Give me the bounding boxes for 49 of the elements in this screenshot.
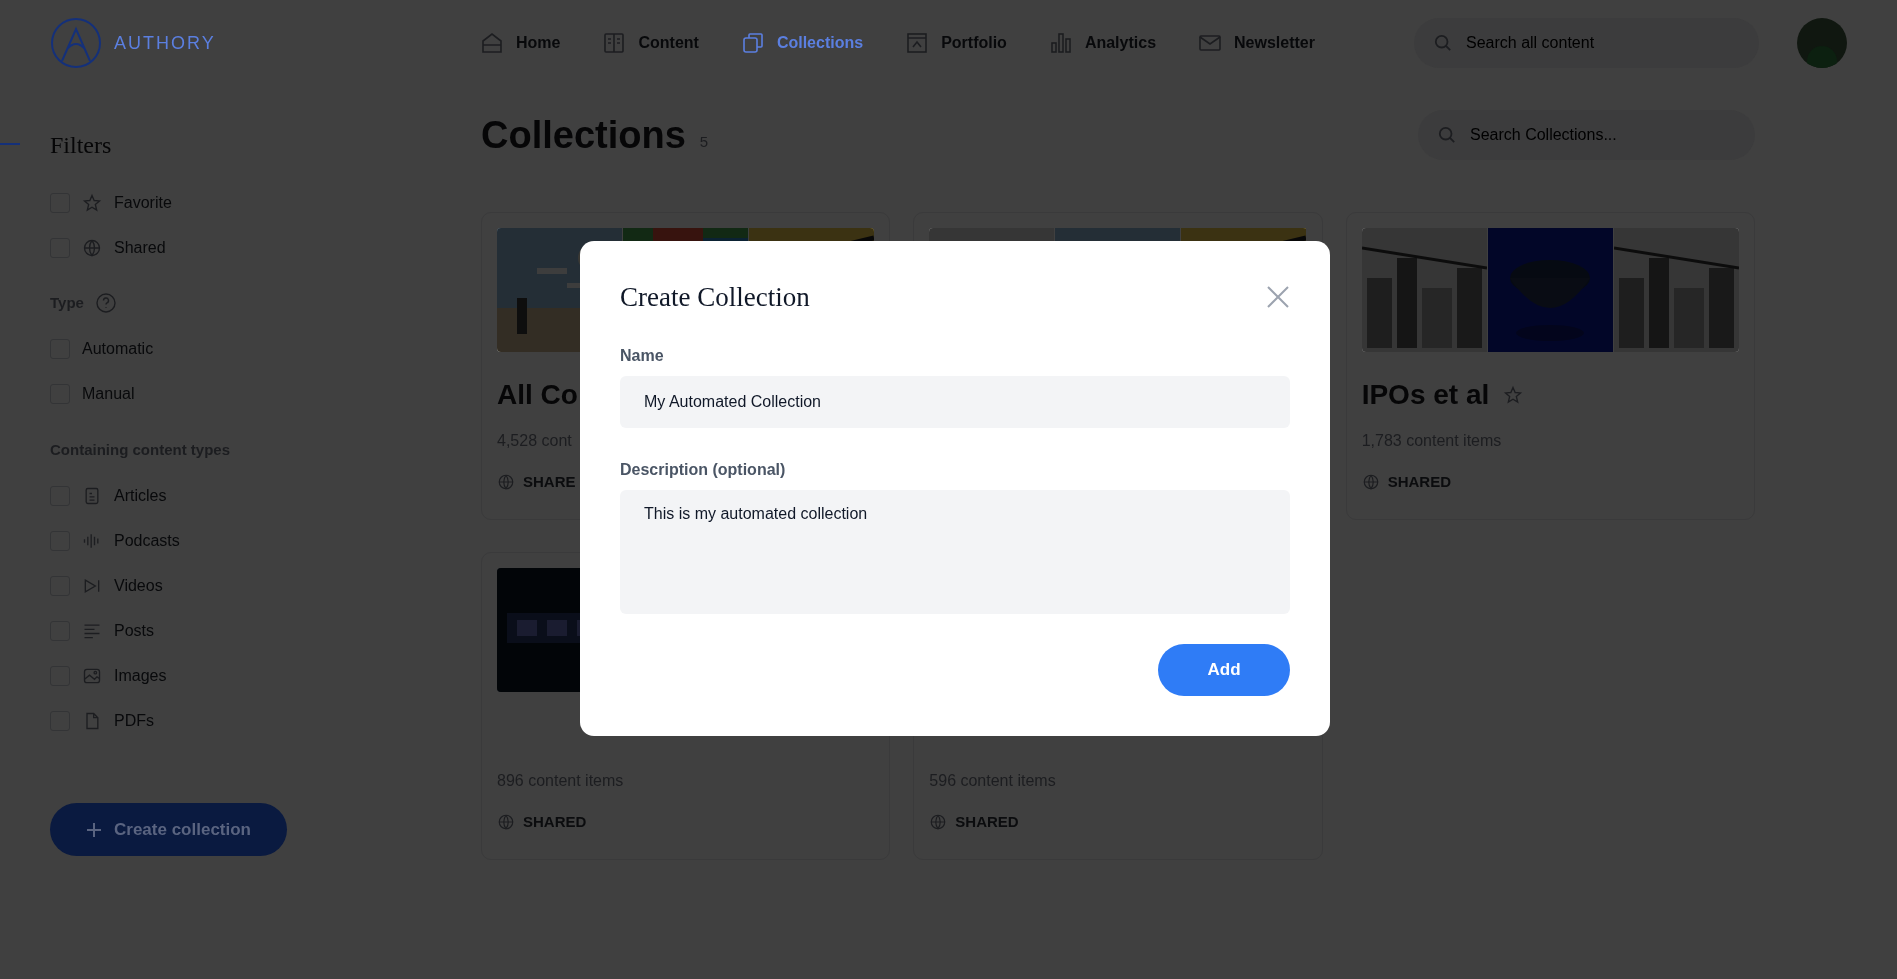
filters-heading: Filters [50,131,113,160]
search-field[interactable]: Search all content [1414,18,1759,68]
filter-label: Images [114,665,167,686]
nav-tab[interactable]: Newsletter [1198,31,1315,55]
nav-tab[interactable]: Home [480,31,561,55]
star-icon[interactable] [1503,385,1524,405]
filter-label: Posts [114,620,154,641]
search-icon [1434,34,1452,52]
house-icon [480,31,504,55]
bar-chart-icon [1048,31,1073,55]
stacked-squares-icon [740,31,765,55]
page-title: Collections [481,112,686,158]
avatar[interactable] [1797,18,1847,68]
field-label: Description (optional) [620,459,787,480]
dialog-title: Create Collection [620,281,810,314]
nav-tab[interactable]: Content [602,31,699,55]
filter-label: Videos [114,575,163,596]
add-button[interactable]: Add [1158,643,1290,696]
field-label: Name [620,345,665,366]
filter-label: Articles [114,485,167,506]
filter-label: Favorite [114,192,172,213]
globe-icon [929,813,948,832]
collection-title: IPOs et al [1361,378,1490,412]
search-icon [1438,126,1456,144]
filter-label: Shared [114,237,166,258]
globe-icon [497,813,515,832]
logo-icon [50,17,102,69]
nav-tab[interactable]: Portfolio [905,31,1007,55]
search-field[interactable]: Search Collections... [1418,110,1755,160]
filter-label: PDFs [114,710,154,731]
close-button[interactable] [1266,285,1290,310]
filter-label: Automatic [82,339,154,359]
framed-chevron-icon [905,31,930,55]
globe-icon [497,473,515,492]
help-icon[interactable] [95,293,116,314]
collection-title: All Co [497,378,578,412]
nav-tab[interactable]: Analytics [1048,31,1157,55]
globe-icon [82,237,102,258]
nav-tab[interactable]: Collections [740,31,864,55]
description-field[interactable]: This is my automated collection [620,489,1290,614]
document-icon [602,31,627,55]
filter-label: Podcasts [114,530,180,551]
create-collection-button[interactable]: Create collection [50,803,287,856]
filter-label: Manual [82,384,135,404]
plus-icon [86,821,102,838]
globe-icon [1361,473,1380,492]
brand-name: AUTHORY [114,31,216,55]
star-icon [82,192,102,213]
name-field[interactable]: My Automated Collection [620,375,1290,428]
